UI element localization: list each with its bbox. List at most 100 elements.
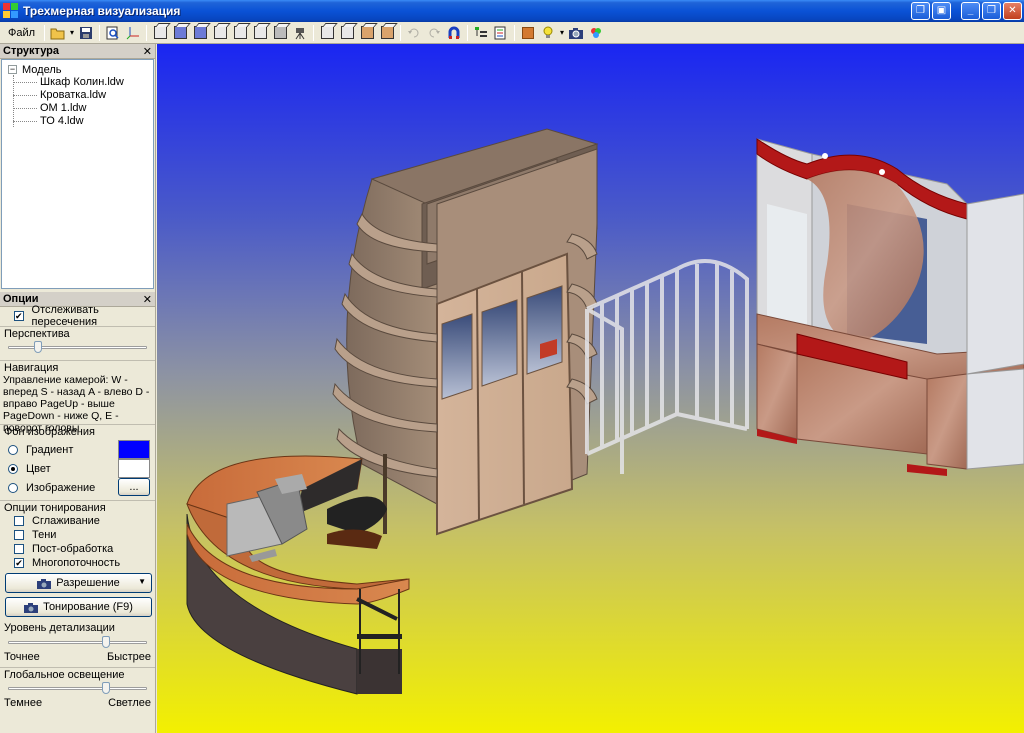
- minimize-button[interactable]: _: [961, 2, 980, 20]
- material-icon[interactable]: [519, 24, 537, 42]
- global-lighting-label: Глобальное освещение: [0, 667, 155, 681]
- shade-wire-icon[interactable]: [318, 24, 336, 42]
- background-image-radio[interactable]: [8, 483, 18, 493]
- background-color-label: Цвет: [26, 463, 51, 475]
- track-intersections-checkbox[interactable]: ✔: [14, 311, 24, 321]
- view-side-cube-icon[interactable]: [191, 24, 209, 42]
- multithreading-option[interactable]: ✔ Многопоточность: [0, 556, 155, 570]
- edit-list-icon[interactable]: [492, 24, 510, 42]
- background-gradient-option[interactable]: Градиент: [0, 443, 73, 457]
- zoom-page-icon[interactable]: [104, 24, 122, 42]
- shade-hidden-icon[interactable]: [338, 24, 356, 42]
- magnet-icon[interactable]: [445, 24, 463, 42]
- shadows-checkbox[interactable]: [14, 530, 24, 540]
- tile-icon[interactable]: ▣: [932, 2, 951, 20]
- gradient-top-color-swatch[interactable]: [118, 440, 150, 459]
- camera-tripod-icon[interactable]: [291, 24, 309, 42]
- render-button[interactable]: Тонирование (F9): [5, 597, 152, 617]
- detail-max-label: Быстрее: [106, 651, 151, 663]
- shade-solid-icon[interactable]: [358, 24, 376, 42]
- rotate-left-icon[interactable]: [405, 24, 423, 42]
- render-camera-icon[interactable]: [567, 24, 585, 42]
- track-intersections-label: Отслеживать пересечения: [31, 304, 99, 328]
- tree-item[interactable]: ОМ 1.ldw: [2, 102, 153, 115]
- resolution-camera-icon: [37, 578, 52, 589]
- structure-panel-title: Структура: [3, 45, 59, 57]
- navigation-help-text: Управление камерой: W - вперед S - назад…: [3, 374, 150, 434]
- render-button-label: Тонирование (F9): [43, 601, 133, 613]
- multithreading-checkbox[interactable]: ✔: [14, 558, 24, 568]
- tree-item[interactable]: ТО 4.ldw: [2, 115, 153, 128]
- perspective-slider-thumb[interactable]: [34, 341, 43, 353]
- postprocessing-option[interactable]: Пост-обработка: [0, 542, 155, 556]
- navigation-label: Навигация: [0, 360, 155, 374]
- restore-extra-icon[interactable]: ❐: [911, 2, 930, 20]
- left-panel: Структура ✕ − Модель Шкаф Колин.ldw Кров…: [0, 44, 156, 733]
- browse-image-button[interactable]: ...: [118, 478, 150, 496]
- detail-level-slider-thumb[interactable]: [102, 636, 111, 648]
- file-menu-button[interactable]: Файл: [3, 24, 40, 42]
- tree-root-model[interactable]: − Модель: [2, 63, 153, 76]
- background-color-radio[interactable]: [8, 464, 18, 474]
- shade-texture-icon[interactable]: [378, 24, 396, 42]
- global-lighting-slider-thumb[interactable]: [102, 682, 111, 694]
- background-image-option[interactable]: Изображение: [0, 481, 95, 495]
- dressing-table-model[interactable]: [756, 138, 1024, 476]
- postprocessing-checkbox[interactable]: [14, 544, 24, 554]
- tree-list-icon[interactable]: [472, 24, 490, 42]
- title-bar: Трехмерная визуализация ❐ ▣ _ ❐ ✕: [0, 0, 1024, 22]
- view-outline-cube-icon[interactable]: [251, 24, 269, 42]
- structure-close-icon[interactable]: ✕: [143, 45, 152, 58]
- tree-item[interactable]: Шкаф Колин.ldw: [2, 76, 153, 89]
- view-iso-cube-icon[interactable]: [211, 24, 229, 42]
- tree-item[interactable]: Кроватка.ldw: [2, 89, 153, 102]
- background-gradient-radio[interactable]: [8, 445, 18, 455]
- antialiasing-checkbox[interactable]: [14, 516, 24, 526]
- light-bulb-icon[interactable]: [539, 24, 557, 42]
- background-color-option[interactable]: Цвет: [0, 462, 51, 476]
- axes-icon[interactable]: [124, 24, 142, 42]
- detail-level-scale: Точнее Быстрее: [0, 651, 155, 663]
- view-wire-cube-icon[interactable]: [231, 24, 249, 42]
- tree-root-label: Модель: [22, 63, 62, 76]
- crib-model[interactable]: [585, 259, 749, 474]
- wardrobe-model[interactable]: [332, 128, 599, 536]
- detail-min-label: Точнее: [4, 651, 40, 663]
- perspective-slider[interactable]: [4, 340, 151, 356]
- global-lighting-slider[interactable]: [4, 681, 151, 697]
- tree-collapse-icon[interactable]: −: [8, 65, 17, 74]
- render-options-label: Опции тонирования: [0, 500, 155, 514]
- postprocessing-label: Пост-обработка: [32, 543, 114, 555]
- track-intersections-option[interactable]: ✔ Отслеживать пересечения: [0, 304, 155, 328]
- structure-panel-header: Структура ✕: [0, 44, 155, 59]
- close-button[interactable]: ✕: [1003, 2, 1022, 20]
- multithreading-label: Многопоточность: [32, 557, 121, 569]
- view-front-cube-icon[interactable]: [151, 24, 169, 42]
- antialiasing-option[interactable]: Сглаживание: [0, 514, 155, 528]
- antialiasing-label: Сглаживание: [32, 515, 100, 527]
- dropdown-arrow-icon[interactable]: ▾: [69, 24, 75, 42]
- shadows-option[interactable]: Тени: [0, 528, 155, 542]
- detail-level-label: Уровень детализации: [4, 622, 115, 634]
- palette-icon[interactable]: [587, 24, 605, 42]
- lighting-min-label: Темнее: [4, 697, 43, 709]
- open-folder-icon[interactable]: [49, 24, 67, 42]
- structure-tree[interactable]: − Модель Шкаф Колин.ldw Кроватка.ldw ОМ …: [1, 59, 154, 289]
- render-camera-icon-small: [24, 602, 39, 613]
- view-flat-cube-icon[interactable]: [271, 24, 289, 42]
- background-options: Градиент Цвет Изображение ...: [0, 438, 155, 496]
- window-title: Трехмерная визуализация: [23, 4, 181, 18]
- light-dropdown-icon[interactable]: ▾: [559, 24, 565, 42]
- toolbar: Файл ▾ ▾: [0, 22, 1024, 44]
- detail-level-slider[interactable]: [4, 635, 151, 651]
- app-icon: [3, 3, 19, 19]
- save-icon[interactable]: [77, 24, 95, 42]
- maximize-button[interactable]: ❐: [982, 2, 1001, 20]
- 3d-viewport[interactable]: [157, 44, 1024, 733]
- resolution-button[interactable]: Разрешение ▼: [5, 573, 152, 593]
- rotate-right-icon[interactable]: [425, 24, 443, 42]
- view-top-cube-icon[interactable]: [171, 24, 189, 42]
- reception-desk-model[interactable]: [186, 454, 410, 695]
- options-panel: ✔ Отслеживать пересечения Перспектива На…: [0, 304, 155, 709]
- gradient-bottom-color-swatch[interactable]: [118, 459, 150, 478]
